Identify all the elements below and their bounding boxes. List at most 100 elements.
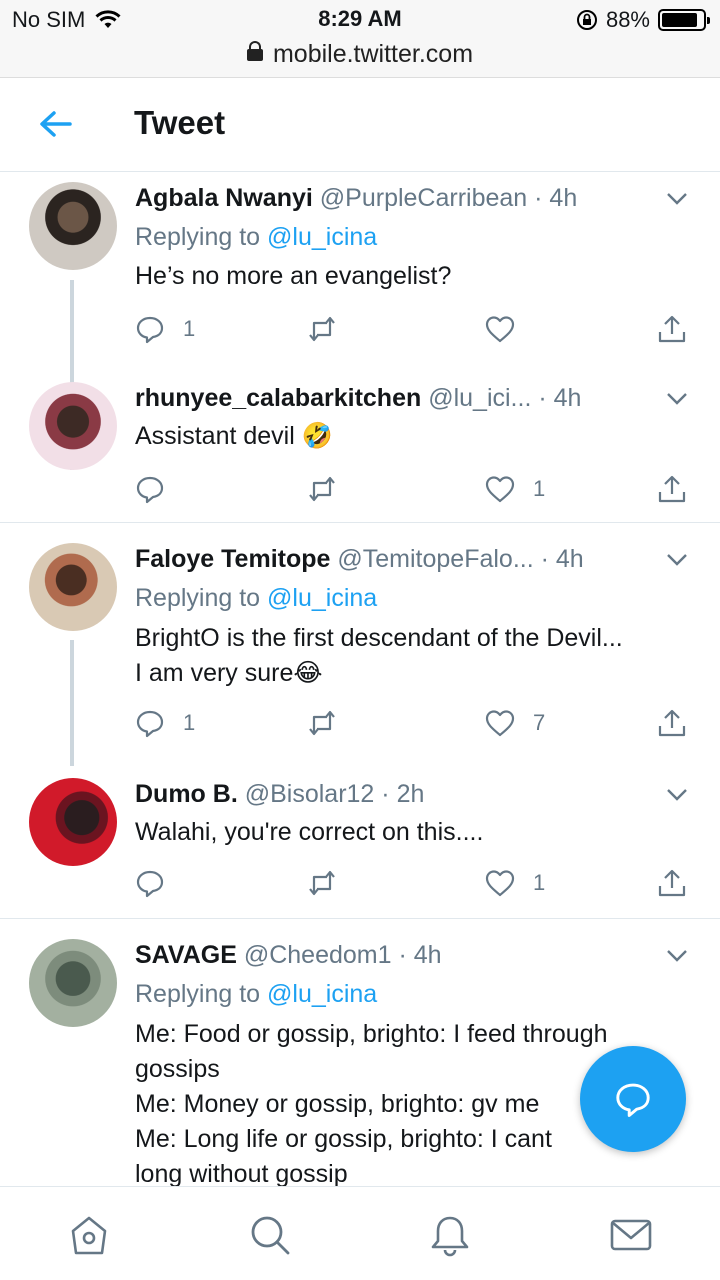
battery-percent: 88%	[605, 7, 650, 32]
share-button[interactable]	[657, 472, 687, 506]
tweet-header: SAVAGE @Cheedom1 · 4h	[135, 941, 442, 970]
tweet-time: · 4h	[398, 941, 442, 969]
share-button[interactable]	[657, 866, 687, 900]
like-count: 1	[533, 870, 546, 895]
chevron-down-icon[interactable]	[666, 788, 688, 802]
reply-feed[interactable]: Agbala Nwanyi @PurpleCarribean · 4h Repl…	[0, 172, 720, 1186]
tweet-text-line: Me: Money or gossip, brighto: gv me	[135, 1090, 540, 1118]
author-name[interactable]: Faloye Temitope	[135, 545, 330, 573]
bell-icon[interactable]	[428, 1213, 472, 1257]
divider	[0, 522, 720, 523]
search-icon[interactable]	[248, 1213, 292, 1257]
avatar[interactable]	[29, 543, 117, 631]
retweet-icon	[309, 316, 335, 342]
tweet-text-line: long without gossip	[135, 1160, 348, 1186]
home-icon[interactable]	[67, 1213, 111, 1257]
bottom-nav	[0, 1186, 720, 1280]
retweet-button[interactable]	[307, 472, 355, 506]
retweet-button[interactable]	[307, 312, 355, 346]
share-icon	[658, 475, 686, 503]
heart-icon	[485, 316, 515, 343]
avatar[interactable]	[29, 939, 117, 1027]
chevron-down-icon[interactable]	[666, 949, 688, 963]
like-button[interactable]	[485, 312, 533, 346]
status-right: 88%	[576, 7, 710, 33]
share-icon	[658, 869, 686, 897]
author-handle: @Bisolar12	[244, 780, 375, 808]
replying-prefix: Replying to	[135, 223, 268, 251]
author-handle: @lu_ici...	[428, 384, 532, 412]
tweet-header: Faloye Temitope @TemitopeFalo... · 4h	[135, 545, 584, 574]
reply-icon	[136, 710, 164, 738]
retweet-button[interactable]	[307, 706, 355, 740]
tweet-time: · 4h	[540, 545, 584, 573]
lock-icon	[246, 41, 263, 61]
app-header: Tweet	[0, 78, 720, 172]
like-button[interactable]: 7	[485, 706, 545, 740]
thread-line	[70, 640, 74, 766]
compose-icon	[616, 1083, 650, 1117]
tweet-text-line: BrightO is the first descendant of the D…	[135, 624, 623, 652]
compose-reply-button[interactable]	[580, 1046, 686, 1152]
mention-link[interactable]: @lu_icina	[267, 980, 377, 1008]
share-button[interactable]	[657, 312, 687, 346]
reply-button[interactable]	[135, 866, 183, 900]
reply-button[interactable]	[135, 472, 183, 506]
chevron-down-icon[interactable]	[666, 392, 688, 406]
heart-icon	[485, 710, 515, 737]
like-button[interactable]: 1	[485, 866, 545, 900]
tweet-text-line: I am very sure😂	[135, 659, 323, 687]
tweet-actions: 1 7	[135, 706, 695, 740]
reply-icon	[136, 476, 164, 504]
reply-count: 1	[183, 316, 196, 341]
retweet-icon	[309, 710, 335, 736]
avatar[interactable]	[29, 182, 117, 270]
retweet-icon	[309, 476, 335, 502]
tweet-header: rhunyee_calabarkitchen @lu_ici... · 4h	[135, 384, 581, 413]
author-name[interactable]: Agbala Nwanyi	[135, 184, 313, 212]
tweet-text-line: He’s no more an evangelist?	[135, 262, 452, 290]
author-name[interactable]: Dumo B.	[135, 780, 238, 808]
share-button[interactable]	[657, 706, 687, 740]
chevron-down-icon[interactable]	[666, 192, 688, 206]
replying-prefix: Replying to	[135, 980, 268, 1008]
tweet-text-line: Me: Long life or gossip, brighto: I cant	[135, 1125, 552, 1153]
battery-icon	[658, 9, 710, 31]
url-text: mobile.twitter.com	[272, 40, 474, 68]
url-bar[interactable]: mobile.twitter.com	[0, 40, 720, 78]
mention-link[interactable]: @lu_icina	[267, 584, 377, 612]
like-button[interactable]: 1	[485, 472, 545, 506]
rotation-lock-icon	[576, 10, 597, 30]
mention-link[interactable]: @lu_icina	[267, 223, 377, 251]
retweet-button[interactable]	[307, 866, 355, 900]
retweet-icon	[309, 870, 335, 896]
avatar[interactable]	[29, 382, 117, 470]
tweet-time: · 4h	[538, 384, 582, 412]
tweet-text-line: Me: Food or gossip, brighto: I feed thro…	[135, 1020, 608, 1048]
author-name[interactable]: rhunyee_calabarkitchen	[135, 384, 421, 412]
tweet-time: · 4h	[534, 184, 578, 212]
replying-to: Replying to @lu_icina	[135, 584, 377, 613]
heart-icon	[485, 870, 515, 897]
like-count: 7	[533, 710, 546, 735]
reply-button[interactable]: 1	[135, 706, 195, 740]
share-icon	[658, 709, 686, 737]
replying-to: Replying to @lu_icina	[135, 980, 377, 1009]
tweet-actions: 1	[135, 472, 695, 506]
author-name[interactable]: SAVAGE	[135, 941, 237, 969]
mail-icon[interactable]	[609, 1213, 653, 1257]
status-bar: No SIM 8:29 AM 88%	[0, 0, 720, 40]
chevron-down-icon[interactable]	[666, 553, 688, 567]
tweet-text-line: Assistant devil 🤣	[135, 422, 333, 450]
reply-icon	[136, 316, 164, 344]
battery-fill	[662, 13, 698, 27]
reply-button[interactable]: 1	[135, 312, 195, 346]
tweet-header: Agbala Nwanyi @PurpleCarribean · 4h	[135, 184, 577, 213]
replying-prefix: Replying to	[135, 584, 268, 612]
avatar[interactable]	[29, 778, 117, 866]
like-count: 1	[533, 476, 546, 501]
author-handle: @PurpleCarribean	[319, 184, 528, 212]
tweet-actions: 1	[135, 312, 695, 346]
author-handle: @TemitopeFalo...	[337, 545, 534, 573]
arrow-left-icon[interactable]	[36, 106, 76, 142]
